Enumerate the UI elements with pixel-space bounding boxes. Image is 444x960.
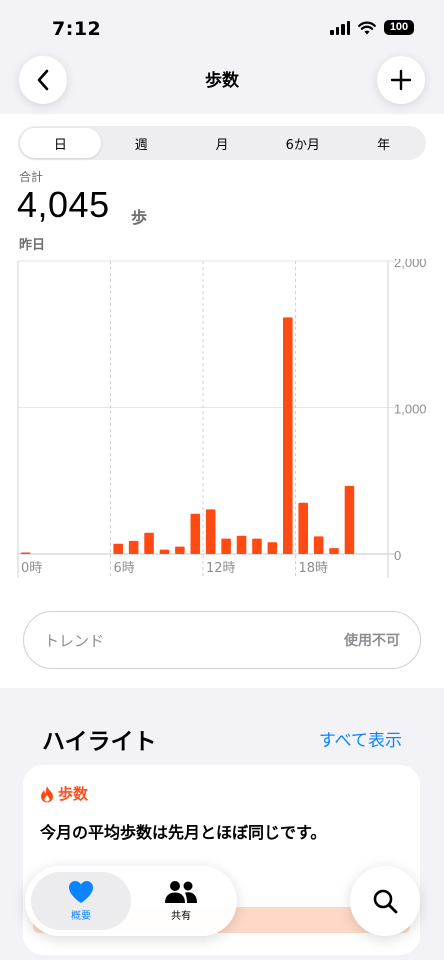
segment-year[interactable]: 年 [343, 128, 424, 158]
date-label: 昨日 [19, 238, 46, 253]
y-tick-label: 1,000 [394, 402, 427, 417]
chart-bar [175, 546, 185, 554]
search-icon [373, 889, 398, 914]
tab-sharing[interactable]: 共有 [131, 872, 231, 930]
x-tick-label: 12時 [206, 561, 236, 576]
segment-month[interactable]: 月 [182, 128, 263, 158]
chart-bar [205, 509, 216, 554]
segment-six-months[interactable]: 6か月 [262, 128, 343, 158]
chart-svg: 0時 6時 12時 18時 2,000 1,000 0 [17, 255, 427, 578]
status-icons: 100 [330, 20, 414, 35]
total-steps-value: 4,045 [17, 184, 110, 225]
chart-bar [190, 513, 201, 554]
tab-summary-label: 概要 [71, 911, 91, 922]
highlight-text: 今月の平均歩数は先月とほぼ同じです。 [40, 823, 327, 842]
add-data-button[interactable] [377, 56, 425, 104]
chart-bar [221, 538, 231, 554]
tab-sharing-label: 共有 [171, 911, 191, 922]
segment-week[interactable]: 週 [101, 128, 182, 158]
cellular-signal-icon [330, 20, 350, 35]
trend-label: トレンド [44, 631, 105, 650]
status-time: 7:12 [52, 18, 102, 40]
highlights-title: ハイライト [42, 729, 157, 755]
search-button[interactable] [350, 866, 420, 936]
chart-bar [144, 532, 154, 554]
show-all-link[interactable]: すべて表示 [319, 726, 402, 751]
chart-bar [344, 485, 355, 554]
chart-bar [252, 538, 262, 554]
wifi-icon [358, 21, 376, 34]
tab-summary[interactable]: 概要 [31, 872, 131, 930]
chart-bar [236, 535, 247, 554]
tab-bar: 概要 共有 [25, 866, 237, 936]
segment-day[interactable]: 日 [20, 128, 101, 158]
chart-bar [313, 536, 324, 554]
trend-value: 使用不可 [344, 633, 400, 649]
x-tick-label: 0時 [21, 561, 42, 576]
flame-icon [41, 785, 53, 802]
status-bar: 7:12 100 [0, 0, 444, 56]
heart-icon [69, 881, 93, 903]
chart-bar [329, 548, 339, 554]
battery-icon: 100 [384, 20, 414, 35]
period-segmented-control: 日 週 月 6か月 年 [18, 126, 426, 160]
plus-icon [390, 69, 412, 91]
trend-row[interactable]: トレンド 使用不可 [23, 611, 421, 669]
chart-bar [159, 549, 170, 554]
x-tick-label: 6時 [114, 561, 135, 576]
steps-bar-chart[interactable]: 0時 6時 12時 18時 2,000 1,000 0 [0, 255, 444, 584]
chart-bar [20, 552, 31, 554]
chart-bar [128, 540, 139, 554]
people-icon [165, 881, 197, 903]
highlight-category: 歩数 [40, 783, 88, 804]
total-label: 合計 [19, 170, 44, 184]
chart-bar [298, 502, 308, 554]
highlight-category-label: 歩数 [58, 785, 89, 803]
x-tick-label: 18時 [299, 561, 329, 576]
y-tick-label: 0 [394, 548, 401, 563]
y-tick-label: 2,000 [394, 259, 427, 270]
chart-bar [267, 542, 278, 554]
total-steps-unit: 歩 [131, 208, 148, 227]
steps-chart-card: 日 週 月 6か月 年 合計 4,045 歩 昨日 0時 6時 12時 18時 2,00… [0, 114, 444, 688]
chart-bar [113, 543, 123, 554]
chart-bar [283, 317, 293, 554]
